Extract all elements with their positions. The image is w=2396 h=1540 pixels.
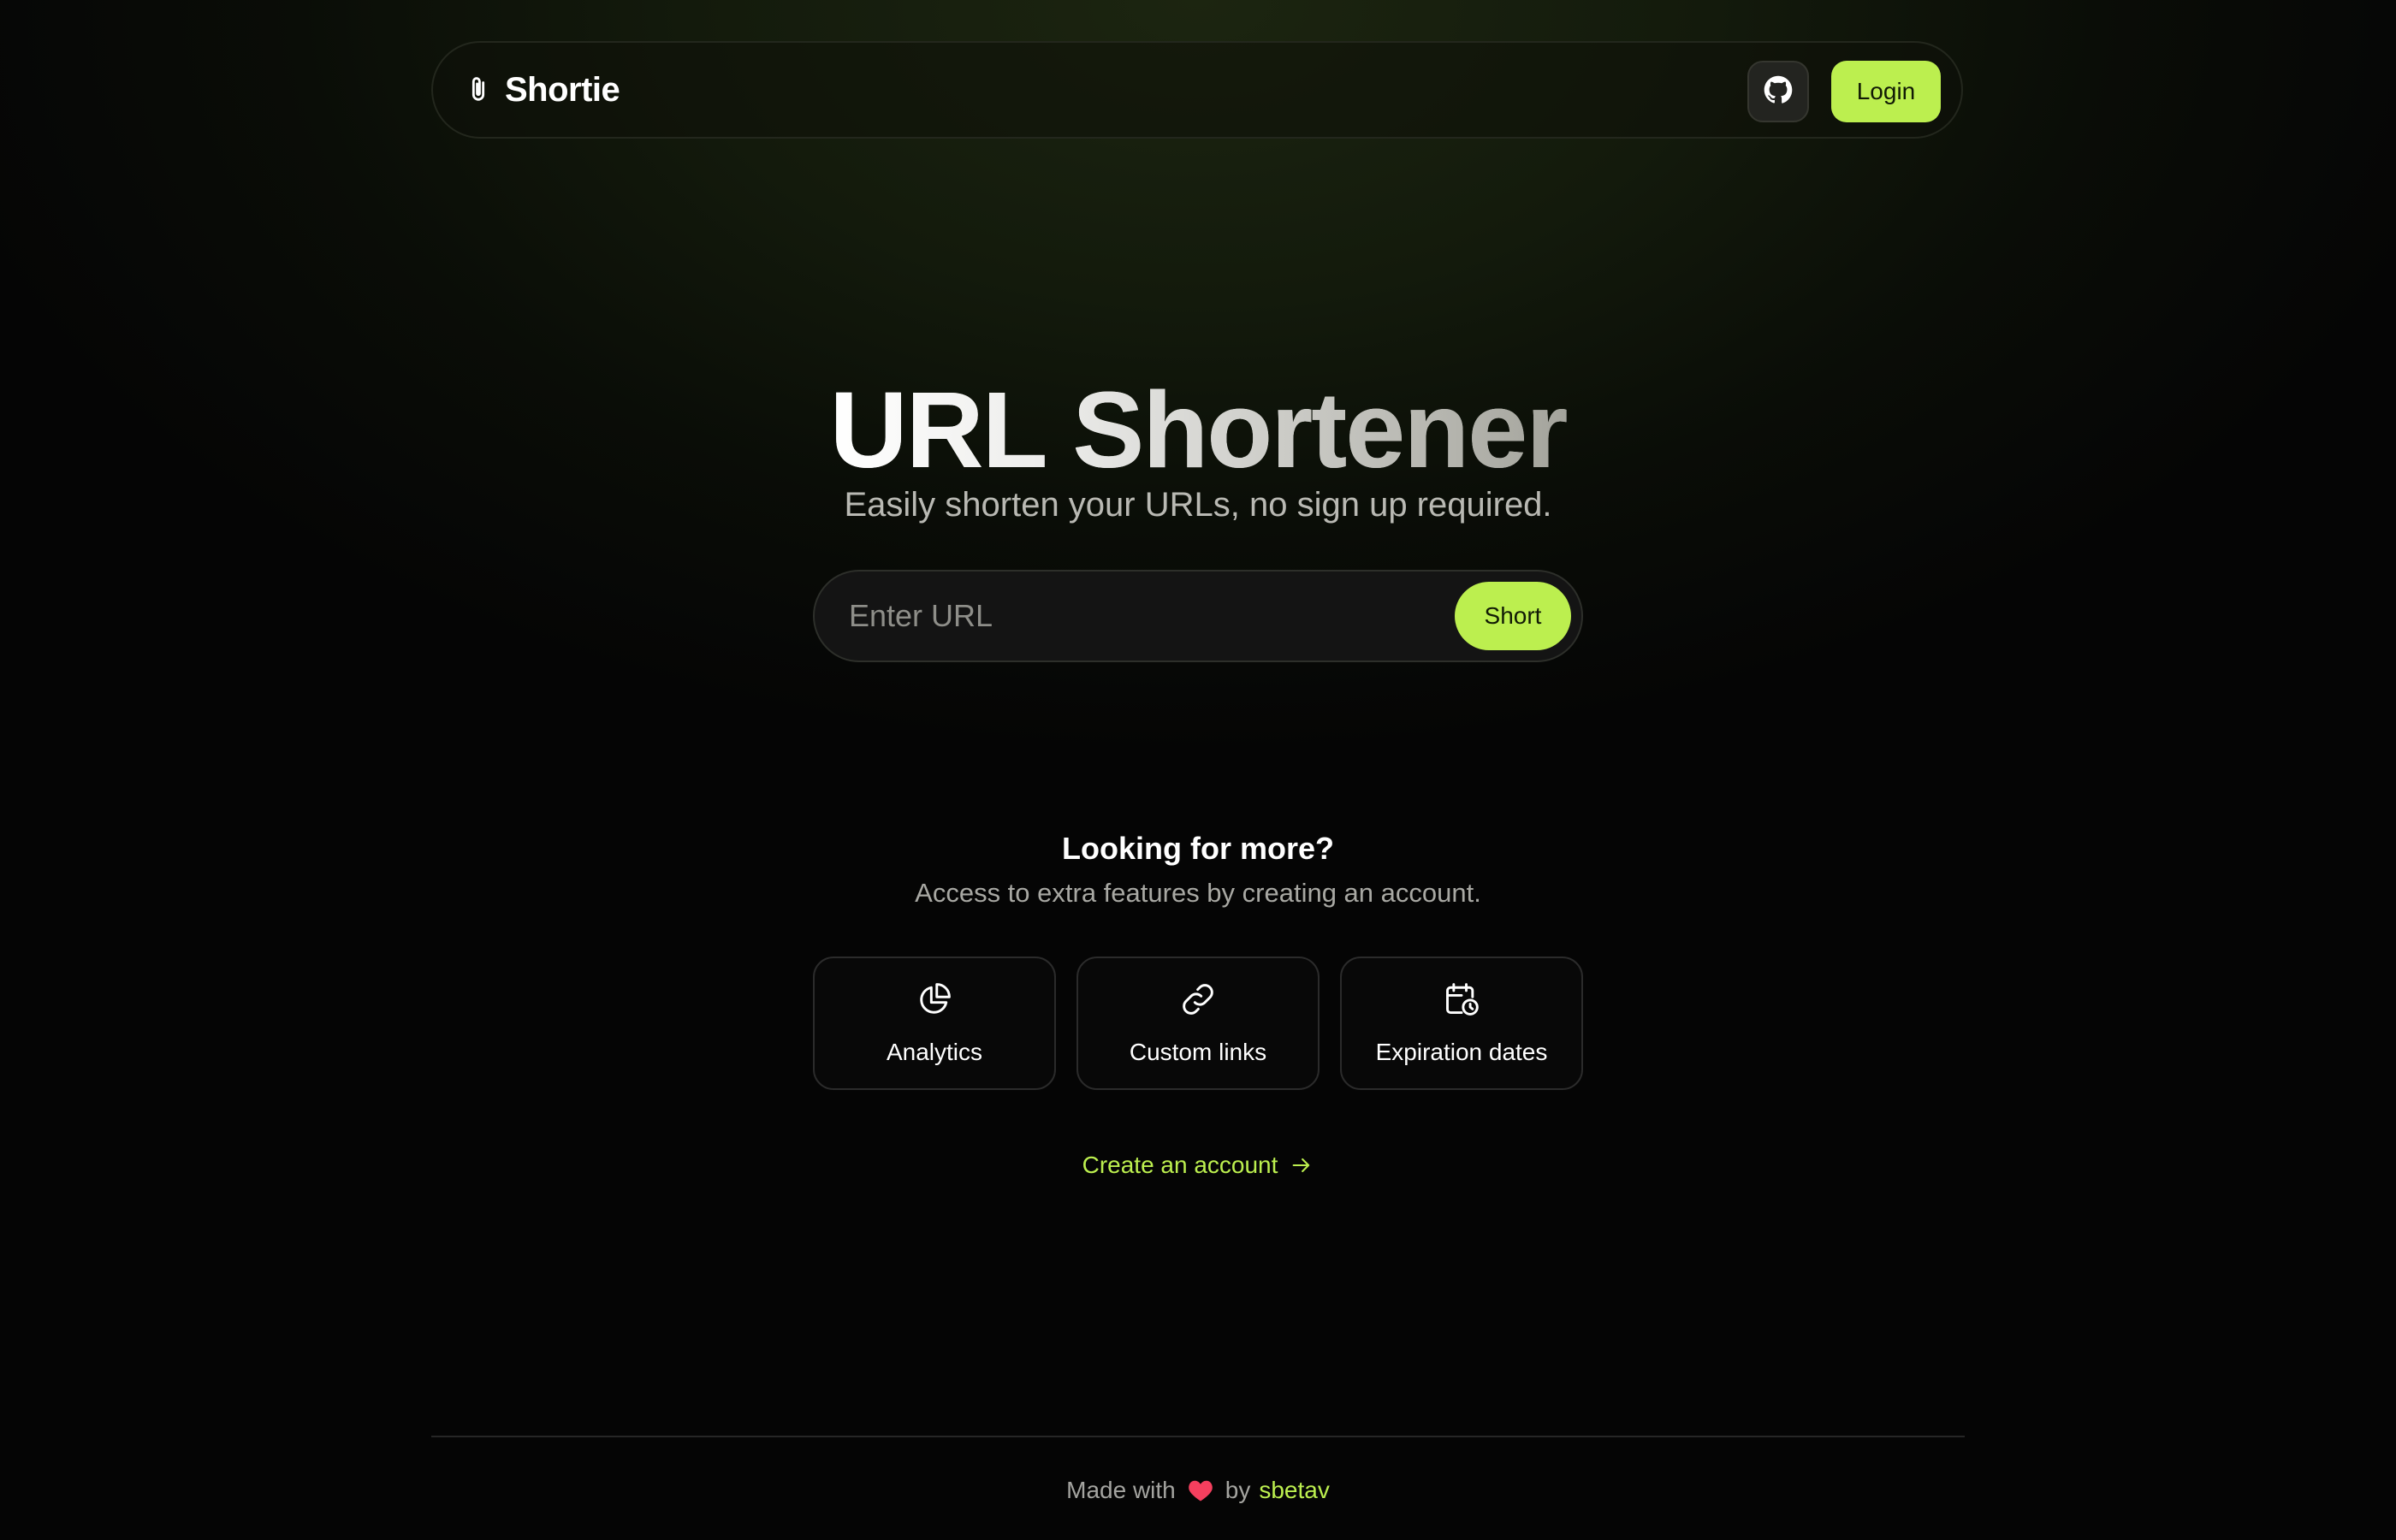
brand-logo[interactable]: Shortie bbox=[464, 43, 620, 137]
page-title-text: URL Shortener bbox=[829, 370, 1569, 490]
footer-divider bbox=[431, 1436, 1965, 1437]
more-subtitle: Access to extra features by creating an … bbox=[915, 878, 1481, 908]
arrow-right-icon bbox=[1290, 1153, 1314, 1177]
link-icon bbox=[1078, 980, 1318, 1018]
heart-icon bbox=[1188, 1478, 1213, 1502]
feature-label: Custom links bbox=[1129, 1039, 1267, 1065]
footer-made-with: Made with bbox=[1066, 1477, 1176, 1503]
feature-card-custom-links: Custom links bbox=[1076, 957, 1320, 1090]
short-button[interactable]: Short bbox=[1455, 582, 1571, 650]
github-button[interactable] bbox=[1747, 61, 1809, 122]
create-account-link[interactable]: Create an account bbox=[0, 1148, 2396, 1182]
paperclip-icon bbox=[464, 69, 498, 110]
page-subtitle: Easily shorten your URLs, no sign up req… bbox=[844, 486, 1552, 524]
shorten-form: Short bbox=[813, 570, 1583, 662]
pie-chart-icon bbox=[815, 980, 1054, 1018]
more-heading: Looking for more? bbox=[1062, 831, 1334, 866]
page-title: URL Shortener bbox=[0, 366, 2396, 495]
github-icon bbox=[1764, 75, 1793, 109]
feature-label: Analytics bbox=[886, 1039, 983, 1065]
author-link[interactable]: sbetav bbox=[1259, 1473, 1330, 1507]
feature-label: Expiration dates bbox=[1375, 1039, 1548, 1065]
brand-name: Shortie bbox=[505, 70, 620, 109]
feature-card-expiration-dates: Expiration dates bbox=[1340, 957, 1583, 1090]
url-input[interactable] bbox=[849, 572, 1379, 660]
calendar-clock-icon bbox=[1342, 980, 1581, 1018]
feature-card-analytics: Analytics bbox=[813, 957, 1056, 1090]
footer-by: by bbox=[1225, 1477, 1251, 1503]
footer: Made with by sbetav bbox=[0, 1473, 2396, 1507]
create-account-label: Create an account bbox=[1082, 1152, 1278, 1178]
login-button[interactable]: Login bbox=[1831, 61, 1941, 122]
navbar: Shortie Login bbox=[431, 41, 1963, 139]
